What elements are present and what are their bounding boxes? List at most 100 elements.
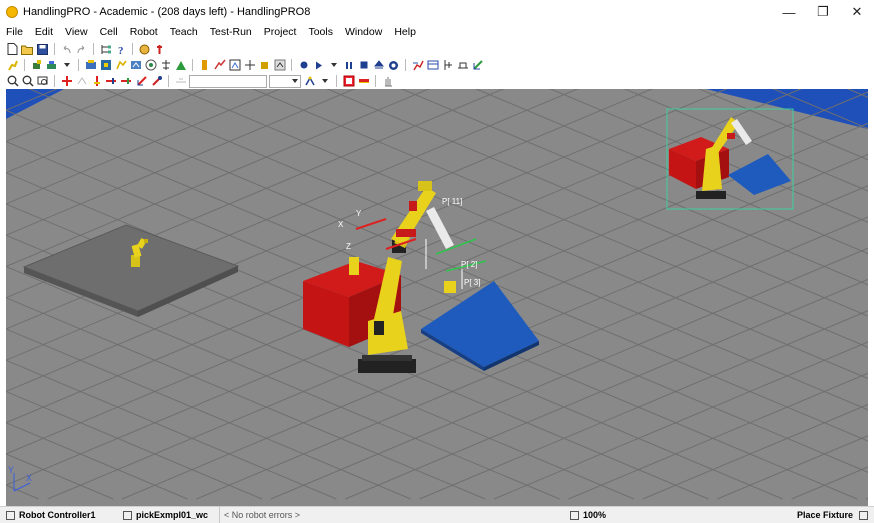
toolbar-separator (405, 59, 406, 71)
toolbar-separator (336, 75, 337, 87)
cell-toolbar (6, 57, 484, 73)
weld-icon[interactable] (426, 59, 439, 72)
status-errors: < No robot errors > (219, 507, 564, 523)
window-title: HandlingPRO - Academic - (208 days left)… (23, 6, 311, 18)
menu-edit[interactable]: Edit (29, 26, 59, 38)
close-button[interactable]: ✕ (840, 0, 874, 24)
zoom-out-icon[interactable] (21, 75, 34, 88)
eject-icon[interactable] (342, 59, 355, 72)
part-add-icon[interactable] (30, 59, 43, 72)
view-front-icon[interactable] (105, 75, 118, 88)
machine-icon[interactable] (144, 59, 157, 72)
menu-project[interactable]: Project (258, 26, 303, 38)
view-combo[interactable] (189, 74, 267, 88)
status-controller[interactable]: Robot Controller1 (0, 507, 117, 523)
chart-icon[interactable] (387, 59, 400, 72)
tree-icon[interactable] (99, 43, 112, 56)
toolbar-separator (24, 59, 25, 71)
info-icon[interactable]: ? (114, 43, 127, 56)
minimize-button[interactable]: — (772, 0, 806, 24)
toolbar-separator (375, 75, 376, 87)
redo-icon[interactable] (75, 43, 88, 56)
dropdown-arrow-icon[interactable] (318, 75, 331, 88)
cell-browser-icon[interactable] (456, 59, 469, 72)
save-icon[interactable] (36, 43, 49, 56)
view-top-icon[interactable] (90, 75, 103, 88)
robot-add-icon[interactable] (6, 59, 19, 72)
frame-select-icon[interactable] (303, 75, 316, 88)
status-bar: Robot Controller1 pickExmpl01_wc < No ro… (0, 506, 874, 523)
dropdown-arrow-icon[interactable] (327, 59, 340, 72)
frame-icon[interactable] (228, 59, 241, 72)
toolbar-separator (54, 43, 55, 55)
hand-tool-icon[interactable] (381, 75, 394, 88)
run-icon[interactable] (198, 59, 211, 72)
view-iso-icon[interactable] (135, 75, 148, 88)
measure-icon[interactable] (357, 75, 370, 88)
window-controls: — ❐ ✕ (772, 0, 874, 24)
fixture-add-icon[interactable] (45, 59, 58, 72)
mode-label: Place Fixture (796, 510, 853, 520)
calculator-icon[interactable] (372, 59, 385, 72)
obstacle-icon[interactable] (84, 59, 97, 72)
menu-file[interactable]: File (0, 26, 29, 38)
menu-teach[interactable]: Teach (164, 26, 204, 38)
stop-icon[interactable] (312, 59, 325, 72)
menu-tools[interactable]: Tools (302, 26, 339, 38)
pause-icon[interactable] (297, 59, 310, 72)
menu-robot[interactable]: Robot (124, 26, 164, 38)
open-folder-icon[interactable] (21, 43, 34, 56)
status-program[interactable]: pickExmpl01_wc (117, 507, 219, 523)
menu-test-run[interactable]: Test-Run (204, 26, 258, 38)
svg-text:?: ? (118, 45, 124, 55)
menu-bar: File Edit View Cell Robot Teach Test-Run… (0, 24, 874, 40)
abort-icon[interactable] (357, 59, 370, 72)
controller-icon (6, 510, 15, 520)
dropdown-arrow-icon[interactable] (60, 59, 73, 72)
point-label-p2: P[ 2] (461, 260, 477, 269)
zoom-window-icon[interactable] (36, 75, 49, 88)
toolbar-separator (78, 59, 79, 71)
grid-icon[interactable] (243, 59, 256, 72)
view-side-icon[interactable] (120, 75, 133, 88)
program-label: pickExmpl01_wc (136, 510, 209, 520)
camera-icon[interactable] (114, 59, 127, 72)
properties-icon[interactable] (471, 59, 484, 72)
path-icon[interactable] (129, 59, 142, 72)
target-icon[interactable] (99, 59, 112, 72)
teach-pendant-icon[interactable] (159, 59, 172, 72)
zoom-icon (570, 510, 579, 520)
errors-label: < No robot errors > (224, 510, 301, 520)
new-document-icon[interactable] (6, 43, 19, 56)
play-icon[interactable] (258, 59, 271, 72)
move-icon[interactable] (174, 59, 187, 72)
view-custom-icon[interactable] (150, 75, 163, 88)
point-label-p3: P[ 3] (464, 278, 480, 287)
frame-label-y: Y (356, 209, 362, 218)
menu-view[interactable]: View (59, 26, 94, 38)
io-icon[interactable] (411, 59, 424, 72)
layer-icon[interactable] (174, 75, 187, 88)
view-combo-dropdown[interactable] (269, 74, 301, 88)
play-step-icon[interactable] (273, 59, 286, 72)
record-icon[interactable] (342, 75, 355, 88)
toolbar-separator (54, 75, 55, 87)
hand-icon[interactable] (138, 43, 151, 56)
program-file-icon (123, 510, 132, 520)
3d-viewport[interactable]: P[ 11] P[ 2] P[ 3] X Y Z X Y (6, 89, 868, 506)
undo-icon[interactable] (60, 43, 73, 56)
program-icon[interactable] (213, 59, 226, 72)
maximize-button[interactable]: ❐ (806, 0, 840, 24)
menu-help[interactable]: Help (388, 26, 422, 38)
view-toolbar (6, 73, 394, 89)
triad-label-x: X (26, 473, 32, 483)
menu-window[interactable]: Window (339, 26, 388, 38)
menu-cell[interactable]: Cell (94, 26, 124, 38)
status-zoom: 100% (564, 507, 624, 523)
zoom-in-icon[interactable] (6, 75, 19, 88)
conveyor-icon[interactable] (441, 59, 454, 72)
rotate-icon[interactable] (75, 75, 88, 88)
pan-icon[interactable] (60, 75, 73, 88)
pin-icon[interactable] (153, 43, 166, 56)
toolbar-separator (132, 43, 133, 55)
